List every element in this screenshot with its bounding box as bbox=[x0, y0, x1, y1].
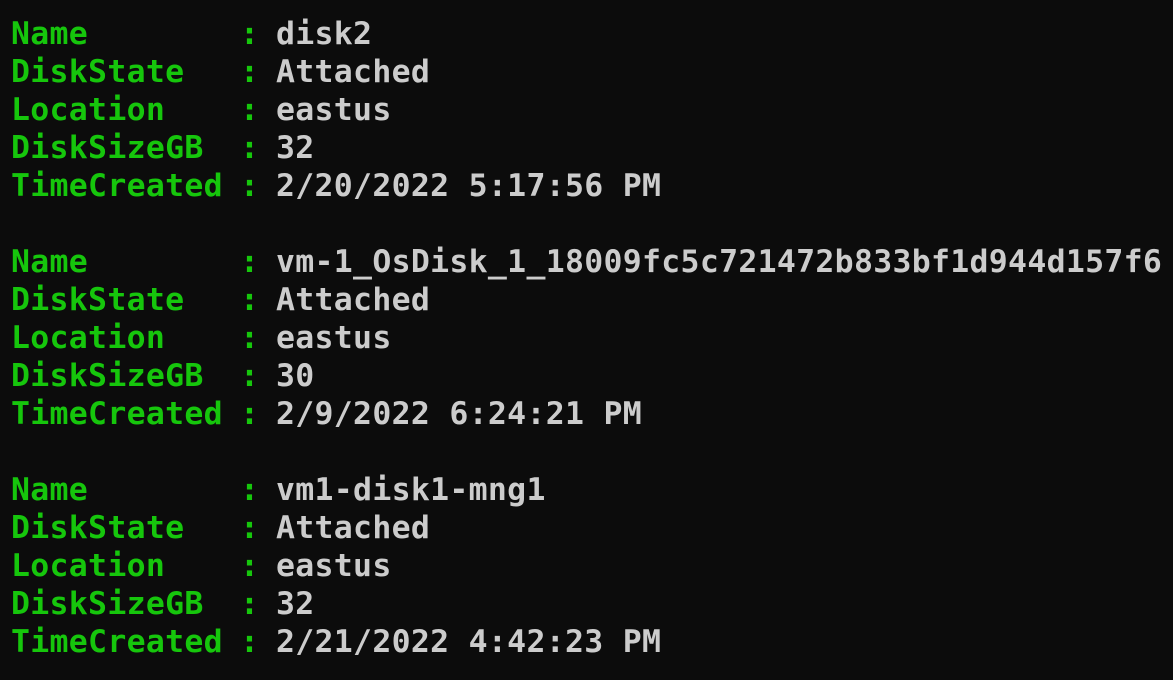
property-key: TimeCreated bbox=[11, 168, 223, 204]
property-value: 2/21/2022 4:42:23 PM bbox=[276, 624, 662, 660]
property-line: TimeCreated:2/20/2022 5:17:56 PM bbox=[11, 167, 1173, 205]
property-key: TimeCreated bbox=[11, 396, 223, 432]
property-line: TimeCreated:2/9/2022 6:24:21 PM bbox=[11, 395, 1173, 433]
property-key: Name bbox=[11, 472, 89, 508]
disk-record: Name: disk2 DiskState: Attached Location: e… bbox=[11, 15, 1173, 205]
property-separator: : bbox=[240, 548, 260, 584]
property-separator: : bbox=[240, 130, 260, 166]
property-value: Attached bbox=[276, 282, 431, 318]
property-value: disk2 bbox=[276, 16, 373, 52]
property-separator: : bbox=[240, 472, 260, 508]
property-line: TimeCreated:2/21/2022 4:42:23 PM bbox=[11, 623, 1173, 661]
property-value: 2/20/2022 5:17:56 PM bbox=[276, 168, 662, 204]
property-value: Attached bbox=[276, 510, 431, 546]
property-separator: : bbox=[240, 510, 260, 546]
property-line: Name: vm1-disk1-mng1 bbox=[11, 471, 1173, 509]
property-key: DiskState bbox=[11, 54, 185, 90]
property-key: DiskSizeGB bbox=[11, 130, 204, 166]
property-separator: : bbox=[240, 54, 260, 90]
property-key: DiskState bbox=[11, 510, 185, 546]
property-separator: : bbox=[240, 586, 260, 622]
property-line: Location: eastus bbox=[11, 547, 1173, 585]
property-line: DiskSizeGB:32 bbox=[11, 585, 1173, 623]
property-value: 2/9/2022 6:24:21 PM bbox=[276, 396, 643, 432]
property-separator: : bbox=[240, 320, 260, 356]
property-line: DiskState: Attached bbox=[11, 281, 1173, 319]
property-value: vm1-disk1-mng1 bbox=[276, 472, 546, 508]
property-line: DiskState: Attached bbox=[11, 53, 1173, 91]
property-line: Name: disk2 bbox=[11, 15, 1173, 53]
property-key: Name bbox=[11, 244, 89, 280]
property-line: Location: eastus bbox=[11, 319, 1173, 357]
property-separator: : bbox=[240, 624, 260, 660]
property-line: Name: vm-1_OsDisk_1_18009fc5c721472b833bf… bbox=[11, 243, 1173, 281]
property-value: eastus bbox=[276, 320, 392, 356]
property-separator: : bbox=[240, 282, 260, 318]
property-key: DiskSizeGB bbox=[11, 586, 204, 622]
property-separator: : bbox=[240, 244, 260, 280]
property-key: DiskState bbox=[11, 282, 185, 318]
property-value: 32 bbox=[276, 130, 315, 166]
property-value: 32 bbox=[276, 586, 315, 622]
property-value: vm-1_OsDisk_1_18009fc5c721472b833bf1d944… bbox=[276, 244, 1163, 280]
property-value: Attached bbox=[276, 54, 431, 90]
property-line: DiskState: Attached bbox=[11, 509, 1173, 547]
property-key: Name bbox=[11, 16, 89, 52]
property-separator: : bbox=[240, 358, 260, 394]
property-separator: : bbox=[240, 92, 260, 128]
property-value: eastus bbox=[276, 92, 392, 128]
property-key: Location bbox=[11, 548, 166, 584]
terminal-output[interactable]: Name: disk2 DiskState: Attached Location: e… bbox=[0, 0, 1173, 680]
property-separator: : bbox=[240, 396, 260, 432]
property-separator: : bbox=[240, 168, 260, 204]
disk-record: Name: vm1-disk1-mng1 DiskState: Attached L… bbox=[11, 471, 1173, 661]
property-line: DiskSizeGB:30 bbox=[11, 357, 1173, 395]
disk-record: Name: vm-1_OsDisk_1_18009fc5c721472b833bf… bbox=[11, 243, 1173, 433]
property-value: eastus bbox=[276, 548, 392, 584]
property-key: DiskSizeGB bbox=[11, 358, 204, 394]
property-line: DiskSizeGB:32 bbox=[11, 129, 1173, 167]
property-key: TimeCreated bbox=[11, 624, 223, 660]
property-separator: : bbox=[240, 16, 260, 52]
property-line: Location: eastus bbox=[11, 91, 1173, 129]
property-key: Location bbox=[11, 320, 166, 356]
property-key: Location bbox=[11, 92, 166, 128]
property-value: 30 bbox=[276, 358, 315, 394]
